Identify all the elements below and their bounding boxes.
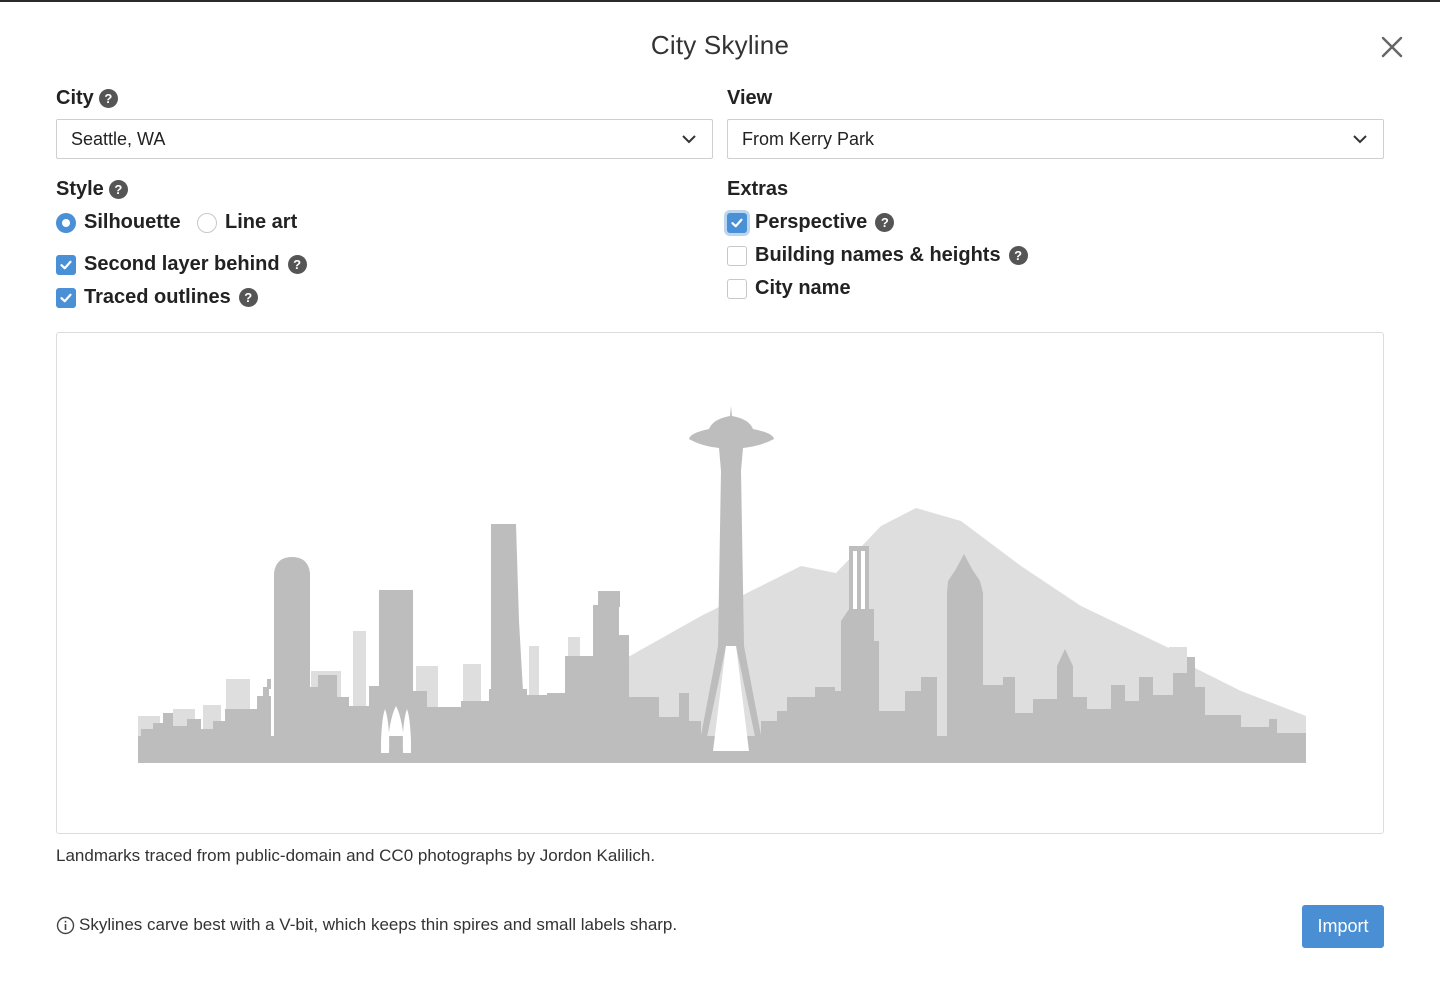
close-button[interactable] (1375, 30, 1409, 64)
checkbox-label: Perspective (755, 211, 868, 233)
checkbox-label: Second layer behind (84, 253, 280, 275)
traced-outlines-checkbox-row[interactable]: Traced outlines ? (56, 286, 258, 309)
extras-label-group: Extras (727, 178, 788, 201)
tower-stepped-crown (947, 554, 983, 739)
view-label: View (727, 87, 773, 109)
close-icon (1381, 36, 1403, 58)
radio-unselected-icon[interactable] (197, 212, 217, 233)
tower-flared (491, 524, 523, 691)
style-radio-line-art[interactable]: Line art (197, 211, 297, 234)
tower-rounded-top (274, 557, 310, 739)
help-icon[interactable]: ? (98, 89, 118, 108)
credit-text: Landmarks traced from public-domain and … (56, 846, 656, 865)
style-radio-silhouette[interactable]: Silhouette (56, 211, 181, 234)
skyline-image (138, 406, 1306, 763)
building-names-checkbox-row[interactable]: Building names & heights ? (727, 244, 1028, 267)
tip-text: Skylines carve best with a V-bit, which … (79, 915, 678, 934)
checkbox-label: City name (755, 277, 851, 299)
city-select-value: Seattle, WA (71, 128, 166, 149)
style-label-group: Style ? (56, 178, 128, 201)
city-label-group: City ? (56, 87, 118, 110)
import-button[interactable]: Import (1302, 905, 1384, 948)
radio-label: Line art (225, 211, 298, 233)
checkbox-checked-icon[interactable] (56, 254, 76, 275)
window-top-edge (0, 0, 1440, 2)
help-icon[interactable]: ? (108, 180, 128, 199)
chevron-down-icon (682, 135, 696, 144)
checkbox-checked-icon[interactable] (56, 287, 76, 308)
help-icon[interactable]: ? (238, 288, 258, 307)
view-label-group: View (727, 87, 772, 110)
checkbox-unchecked-icon[interactable] (727, 245, 747, 266)
dialog-title: City Skyline (650, 30, 790, 60)
help-icon[interactable]: ? (1008, 246, 1028, 265)
city-label: City (56, 87, 94, 109)
skyline-preview (56, 332, 1384, 834)
help-icon[interactable]: ? (875, 213, 895, 232)
view-select-value: From Kerry Park (742, 128, 875, 149)
style-label: Style (56, 178, 104, 200)
checkbox-label: Building names & heights (755, 244, 1001, 266)
help-icon[interactable]: ? (287, 255, 307, 274)
view-select[interactable]: From Kerry Park (727, 119, 1384, 159)
extras-label: Extras (727, 178, 789, 200)
radio-selected-icon[interactable] (56, 212, 76, 233)
city-name-checkbox-row[interactable]: City name (727, 277, 851, 300)
perspective-checkbox-row[interactable]: Perspective ? (727, 211, 895, 234)
info-icon (56, 916, 75, 934)
checkbox-unchecked-icon[interactable] (727, 278, 747, 299)
tip-row: Skylines carve best with a V-bit, which … (56, 915, 677, 935)
checkbox-label: Traced outlines (84, 286, 231, 308)
city-select[interactable]: Seattle, WA (56, 119, 713, 159)
checkbox-checked-icon[interactable] (727, 212, 747, 233)
radio-label: Silhouette (84, 211, 181, 233)
chevron-down-icon (1353, 135, 1367, 144)
second-layer-checkbox-row[interactable]: Second layer behind ? (56, 253, 307, 276)
